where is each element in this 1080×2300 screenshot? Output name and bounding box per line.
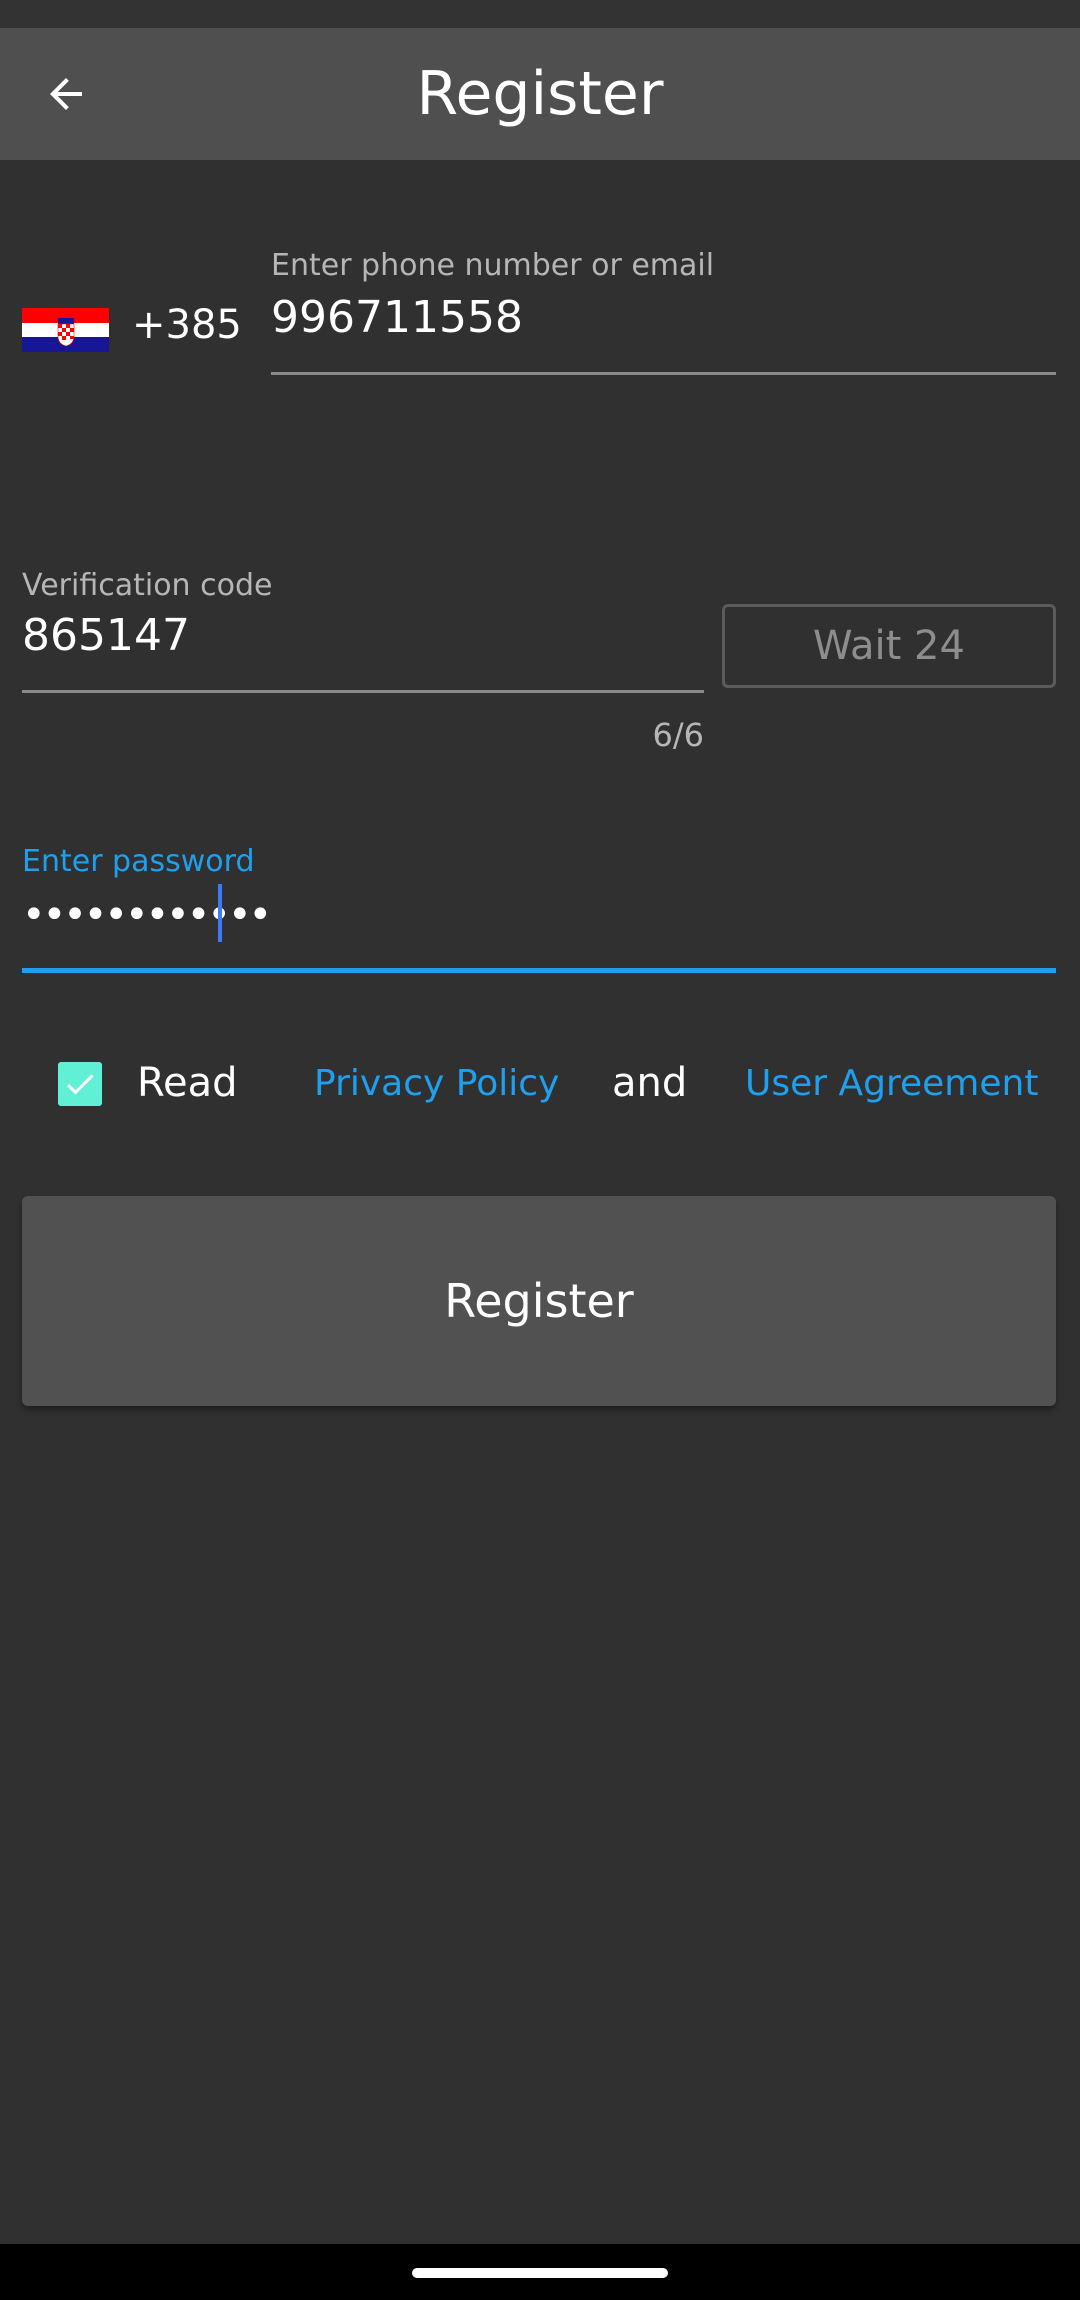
- verification-code-label: Verification code: [22, 568, 273, 603]
- phone-input-underline: [271, 372, 1056, 375]
- privacy-policy-link[interactable]: Privacy Policy: [314, 1063, 559, 1104]
- character-counter: 6/6: [652, 716, 705, 754]
- arrow-left-icon: [50, 78, 82, 110]
- password-underline: [22, 968, 1056, 973]
- password-input[interactable]: ••••••••••••: [22, 892, 272, 938]
- text-cursor: [218, 884, 222, 942]
- password-label: Enter password: [22, 844, 255, 879]
- phone-input[interactable]: 996711558: [271, 292, 523, 343]
- app-bar: [0, 28, 1080, 160]
- user-agreement-link[interactable]: User Agreement: [745, 1063, 1038, 1104]
- verification-code-input[interactable]: 865147: [22, 610, 190, 661]
- home-indicator[interactable]: [412, 2268, 668, 2278]
- croatia-flag-icon[interactable]: [22, 308, 109, 352]
- and-text: and: [612, 1060, 688, 1106]
- checkmark-icon: [67, 1074, 94, 1095]
- resend-code-button[interactable]: Wait 24: [722, 604, 1056, 688]
- status-bar: [0, 0, 1080, 28]
- register-button[interactable]: Register: [22, 1196, 1056, 1406]
- back-button[interactable]: [22, 28, 110, 160]
- read-text: Read: [137, 1060, 238, 1106]
- agreement-checkbox[interactable]: [58, 1062, 102, 1106]
- phone-field-label: Enter phone number or email: [271, 248, 715, 283]
- verification-code-underline: [22, 690, 704, 693]
- country-code[interactable]: +385: [132, 302, 242, 348]
